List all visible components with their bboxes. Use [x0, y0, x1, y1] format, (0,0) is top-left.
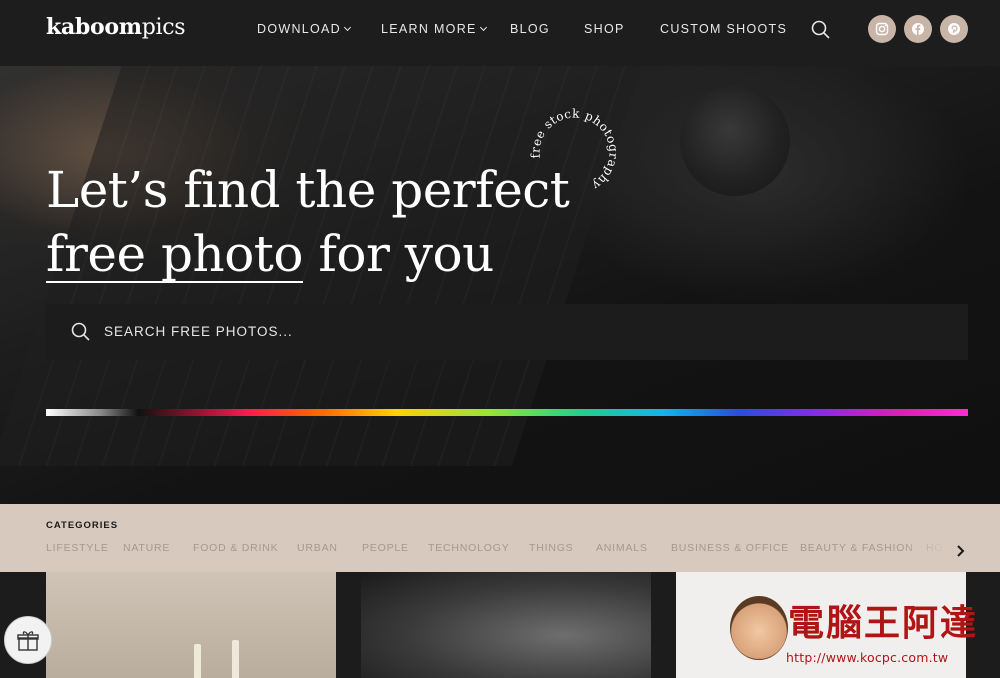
- watermark-mascot: [730, 596, 788, 660]
- hero-section: free stock photography Let’s find the pe…: [0, 66, 1000, 504]
- category-people[interactable]: PEOPLE: [362, 542, 409, 554]
- site-logo[interactable]: kaboompics: [46, 14, 186, 40]
- hero-headline: Let’s find the perfect free photo for yo…: [46, 161, 570, 283]
- nav-custom-shoots[interactable]: CUSTOM SHOOTS: [660, 22, 787, 36]
- watermark: 電腦王阿達 http://www.kocpc.com.tw: [730, 590, 990, 672]
- nav-blog[interactable]: BLOG: [510, 22, 550, 36]
- category-lifestyle[interactable]: LIFESTYLE: [46, 542, 109, 554]
- category-business-office[interactable]: BUSINESS & OFFICE: [671, 542, 789, 554]
- category-beauty-fashion[interactable]: BEAUTY & FASHION: [800, 542, 914, 554]
- gift-box-icon[interactable]: [4, 616, 52, 664]
- chevron-right-icon[interactable]: [956, 544, 966, 557]
- facebook-icon[interactable]: [904, 15, 932, 43]
- categories-section: CATEGORIES LIFESTYLE NATURE FOOD & DRINK…: [0, 504, 1000, 572]
- photo-tile[interactable]: [46, 572, 336, 678]
- categories-title: CATEGORIES: [46, 520, 119, 531]
- watermark-name: 電腦王阿達: [788, 603, 979, 644]
- category-nature[interactable]: NATURE: [123, 542, 170, 554]
- color-filter-bar[interactable]: [46, 409, 968, 416]
- headline-underlined: free photo: [46, 225, 304, 283]
- watermark-url: http://www.kocpc.com.tw: [786, 650, 949, 665]
- instagram-icon[interactable]: [868, 15, 896, 43]
- category-things[interactable]: THINGS: [529, 542, 573, 554]
- photo-tile[interactable]: [361, 572, 651, 678]
- pinterest-icon[interactable]: [940, 15, 968, 43]
- search-placeholder: SEARCH FREE PHOTOS...: [104, 324, 293, 339]
- search-input[interactable]: SEARCH FREE PHOTOS...: [46, 304, 968, 360]
- category-technology[interactable]: TECHNOLOGY: [428, 542, 510, 554]
- search-icon[interactable]: [810, 19, 832, 41]
- nav-learn-more[interactable]: LEARN MORE: [381, 22, 487, 36]
- nav-download[interactable]: DOWNLOAD: [257, 22, 352, 36]
- search-icon: [70, 321, 92, 348]
- nav-shop[interactable]: SHOP: [584, 22, 625, 36]
- category-food-drink[interactable]: FOOD & DRINK: [193, 542, 278, 554]
- category-animals[interactable]: ANIMALS: [596, 542, 648, 554]
- category-urban[interactable]: URBAN: [297, 542, 338, 554]
- chevron-down-icon: [479, 23, 487, 32]
- top-navigation: kaboompics DOWNLOAD LEARN MORE BLOG SHOP…: [0, 0, 1000, 66]
- chevron-down-icon: [343, 23, 352, 32]
